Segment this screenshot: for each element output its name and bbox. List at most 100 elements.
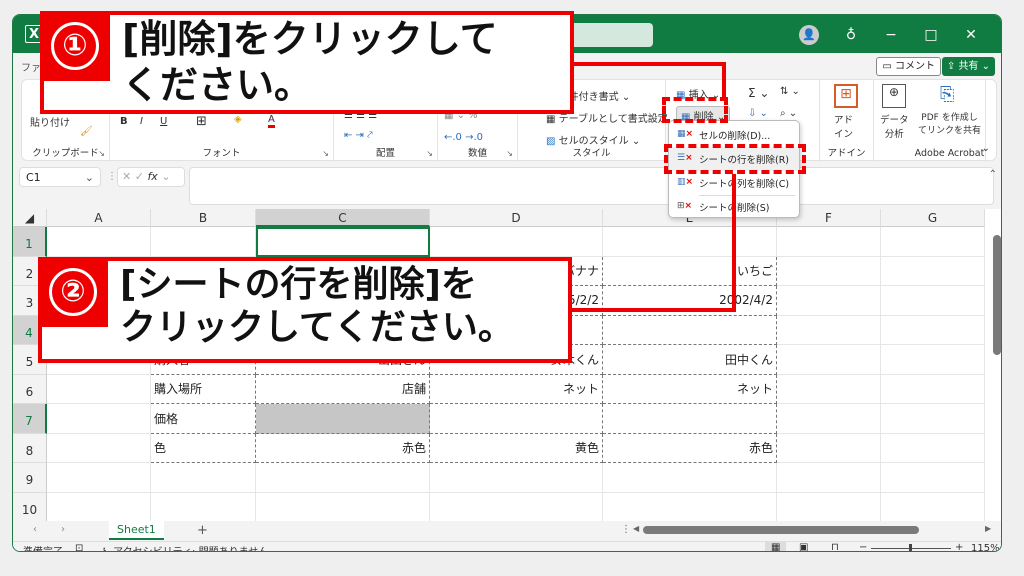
bold-button[interactable]: B [120, 116, 128, 127]
tab-splitter[interactable]: ⋮ [621, 524, 631, 535]
cell-G4[interactable] [881, 315, 985, 345]
underline-button[interactable]: U [160, 116, 167, 127]
clipboard-launcher-icon[interactable]: ↘ [98, 149, 105, 158]
cell-G3[interactable] [881, 286, 985, 316]
cell-E2[interactable]: いちご [603, 256, 777, 286]
cell-B9[interactable] [151, 463, 256, 493]
fx-icon[interactable]: fx [147, 170, 157, 183]
cell-A1[interactable] [47, 227, 151, 257]
cell-A8[interactable] [47, 433, 151, 463]
cell-E9[interactable] [603, 463, 777, 493]
cell-C9[interactable] [256, 463, 430, 493]
data-analysis-icon[interactable]: ⊕ [882, 84, 906, 108]
cell-G5[interactable] [881, 345, 985, 375]
cell-C8[interactable]: 赤色 [256, 433, 430, 463]
cancel-icon[interactable]: ✕ [122, 170, 131, 183]
format-painter-icon[interactable]: 🖌 [80, 126, 93, 137]
cell-E5[interactable]: 田中くん [603, 345, 777, 375]
row-header-1[interactable]: 1 [13, 227, 47, 257]
account-avatar-icon[interactable]: 👤 [799, 25, 819, 45]
cell-A6[interactable] [47, 374, 151, 404]
vertical-scroll-thumb[interactable] [993, 235, 1001, 355]
cell-E4[interactable] [603, 315, 777, 345]
fill-color-icon[interactable]: ◈ [234, 114, 242, 125]
row-header-8[interactable]: 8 [13, 433, 47, 463]
decimal-icon[interactable]: ←.0 →.0 [444, 132, 483, 143]
cell-E10[interactable] [603, 492, 777, 522]
zoom-level[interactable]: 115% [971, 543, 1000, 551]
cell-E6[interactable]: ネット [603, 374, 777, 404]
cell-D6[interactable]: ネット [430, 374, 603, 404]
cell-F8[interactable] [777, 433, 881, 463]
formula-input[interactable] [189, 167, 994, 205]
row-header-9[interactable]: 9 [13, 463, 47, 493]
cell-C1[interactable] [256, 227, 430, 257]
cell-F10[interactable] [777, 492, 881, 522]
macro-record-icon[interactable]: ⊡ [75, 543, 83, 551]
italic-button[interactable]: I [140, 116, 143, 127]
page-layout-view-icon[interactable]: ▣ [799, 542, 808, 551]
column-header-B[interactable]: B [151, 209, 256, 227]
sort-filter-icon[interactable]: ⇅ ⌄ [780, 86, 800, 97]
row-header-10[interactable]: 10 [13, 492, 47, 522]
cell-B6[interactable]: 購入場所 [151, 374, 256, 404]
cell-F1[interactable] [777, 227, 881, 257]
indent-icon[interactable]: ⇤ ⇥ ⤤ [344, 130, 373, 141]
normal-view-icon[interactable]: ▦ [765, 542, 787, 551]
cell-F7[interactable] [777, 404, 881, 434]
cell-C7[interactable] [256, 404, 430, 434]
data-analysis-button[interactable]: データ 分析 [880, 112, 909, 140]
addins-icon[interactable]: ⊞ [834, 84, 858, 108]
cell-G10[interactable] [881, 492, 985, 522]
name-box[interactable]: C1 ⌄ [19, 167, 101, 187]
cell-C10[interactable] [256, 492, 430, 522]
comment-button[interactable]: ▭ コメント [876, 57, 941, 76]
expand-formula-icon[interactable]: ⌃ [989, 169, 997, 180]
column-header-D[interactable]: D [430, 209, 603, 227]
scroll-right-icon[interactable]: ▶ [985, 524, 991, 533]
column-header-A[interactable]: A [47, 209, 151, 227]
prev-sheet-icon[interactable]: ‹ [33, 524, 37, 535]
next-sheet-icon[interactable]: › [61, 524, 65, 535]
cell-D10[interactable] [430, 492, 603, 522]
cell-C6[interactable]: 店舗 [256, 374, 430, 404]
zoom-out-button[interactable]: − [859, 542, 867, 551]
cell-G8[interactable] [881, 433, 985, 463]
cell-A9[interactable] [47, 463, 151, 493]
paste-button[interactable]: 貼り付け [30, 114, 70, 129]
cell-F5[interactable] [777, 345, 881, 375]
cell-F3[interactable] [777, 286, 881, 316]
cell-F4[interactable] [777, 315, 881, 345]
select-all-corner[interactable]: ◢ [13, 209, 47, 227]
cell-D7[interactable] [430, 404, 603, 434]
cell-E8[interactable]: 赤色 [603, 433, 777, 463]
accessibility-status[interactable]: ♿ アクセシビリティ: 問題ありません [101, 543, 268, 551]
minimize-button[interactable]: − [871, 23, 911, 47]
cell-G9[interactable] [881, 463, 985, 493]
cell-B1[interactable] [151, 227, 256, 257]
ribbon-collapse-icon[interactable]: ⌄ [982, 143, 990, 154]
pdf-create-button[interactable]: PDF を作成し てリンクを共有 [918, 112, 981, 138]
cell-A10[interactable] [47, 492, 151, 522]
share-button[interactable]: ⇪ 共有 ⌄ [941, 57, 995, 76]
pdf-create-icon[interactable]: ⎘ [940, 84, 954, 105]
sheet-tab-sheet1[interactable]: Sheet1 [109, 521, 164, 540]
autosum-icon[interactable]: Σ ⌄ [748, 86, 769, 100]
cell-F2[interactable] [777, 256, 881, 286]
page-break-view-icon[interactable]: ⊓ [831, 542, 839, 551]
number-launcher-icon[interactable]: ↘ [506, 149, 513, 158]
scroll-left-icon[interactable]: ◀ [633, 524, 639, 533]
add-sheet-button[interactable]: + [197, 523, 208, 538]
row-header-6[interactable]: 6 [13, 374, 47, 404]
cell-E7[interactable] [603, 404, 777, 434]
cell-G7[interactable] [881, 404, 985, 434]
zoom-slider-thumb[interactable] [909, 544, 912, 551]
cell-D8[interactable]: 黄色 [430, 433, 603, 463]
cell-F6[interactable] [777, 374, 881, 404]
cell-G2[interactable] [881, 256, 985, 286]
cell-G6[interactable] [881, 374, 985, 404]
cell-D1[interactable] [430, 227, 603, 257]
lightbulb-icon[interactable]: ♁ [831, 23, 871, 47]
enter-icon[interactable]: ✓ [135, 170, 144, 183]
addins-button[interactable]: アド イン [834, 112, 853, 140]
